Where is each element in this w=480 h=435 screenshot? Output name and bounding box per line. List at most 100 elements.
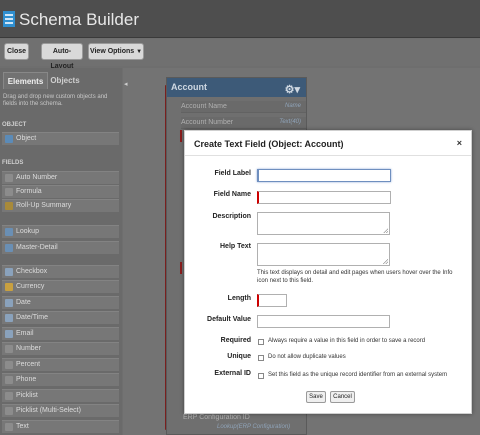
lookup-icon xyxy=(5,228,13,236)
external-id-description: Set this field as the unique record iden… xyxy=(268,372,448,378)
field-label-label: Field Label xyxy=(214,170,251,177)
element-label: Picklist xyxy=(16,392,38,399)
description-label: Description xyxy=(212,213,251,220)
element-date-time[interactable]: Date/Time xyxy=(2,311,119,324)
element-phone[interactable]: Phone xyxy=(2,373,119,386)
object-field[interactable]: Account Name Name xyxy=(181,103,305,110)
field-name-label: Field Name xyxy=(213,191,251,198)
help-text-textarea[interactable] xyxy=(257,243,390,266)
unique-checkbox[interactable] xyxy=(258,355,264,361)
picklist-multi-icon xyxy=(5,407,13,415)
element-label: Phone xyxy=(16,376,37,383)
percent-icon xyxy=(5,361,13,369)
element-percent[interactable]: Percent xyxy=(2,358,119,371)
object-field-name: ERP Configuration ID xyxy=(183,414,250,421)
element-label: Checkbox xyxy=(16,268,48,275)
schema-builder-icon xyxy=(3,11,15,27)
element-picklist-multi[interactable]: Picklist (Multi-Select) xyxy=(2,404,119,417)
element-label: Currency xyxy=(16,283,45,290)
object-section-header: OBJECT xyxy=(2,122,27,128)
object-field-name: Account Name xyxy=(181,103,227,110)
tab-elements[interactable]: Elements xyxy=(3,72,48,89)
dialog-title: Create Text Field (Object: Account) xyxy=(194,139,344,149)
text-icon xyxy=(5,423,13,431)
title-bar: Schema Builder xyxy=(0,0,480,38)
required-label: Required xyxy=(220,337,251,344)
number-icon xyxy=(5,345,13,353)
gear-icon[interactable]: ⚙▾ xyxy=(285,81,300,100)
element-auto-number[interactable]: Auto Number xyxy=(2,171,119,184)
collapse-panel-icon[interactable]: ◂ xyxy=(124,80,128,88)
object-field-type: Text(40) xyxy=(279,119,301,125)
element-currency[interactable]: Currency xyxy=(2,280,119,293)
object-field[interactable]: Account Number Text(40) xyxy=(181,119,305,126)
element-email[interactable]: Email xyxy=(2,327,119,340)
picklist-icon xyxy=(5,392,13,400)
required-description: Always require a value in this field in … xyxy=(268,338,426,344)
cancel-button[interactable]: Cancel xyxy=(330,391,355,403)
save-button[interactable]: Save xyxy=(306,391,326,403)
object-card-header[interactable]: Account ⚙▾ xyxy=(167,78,306,97)
tab-objects[interactable]: Objects xyxy=(48,72,82,89)
object-field-name: Account Number xyxy=(181,119,234,126)
element-picklist[interactable]: Picklist xyxy=(2,389,119,402)
required-checkbox[interactable] xyxy=(258,339,264,345)
element-object[interactable]: Object xyxy=(2,132,119,145)
object-icon xyxy=(5,135,13,143)
element-label: Master-Detail xyxy=(16,244,58,251)
auto-layout-button[interactable]: Auto-Layout xyxy=(41,43,83,70)
app-title: Schema Builder xyxy=(19,10,140,29)
date-icon xyxy=(5,299,13,307)
length-label: Length xyxy=(227,295,251,302)
element-label: Object xyxy=(16,135,37,142)
close-icon[interactable]: × xyxy=(457,138,462,148)
element-formula[interactable]: Formula xyxy=(2,185,119,198)
toolbar: Close Auto-Layout View Options ▼ xyxy=(0,39,480,70)
required-marker xyxy=(180,130,182,142)
required-marker xyxy=(180,262,182,274)
object-field-type: Name xyxy=(284,103,301,109)
dialog-header: Create Text Field (Object: Account) × xyxy=(185,131,471,156)
email-icon xyxy=(5,330,13,338)
field-label-input[interactable] xyxy=(257,169,391,182)
element-label: Auto Number xyxy=(16,174,58,181)
create-text-field-dialog: Create Text Field (Object: Account) × Fi… xyxy=(184,130,472,414)
element-text[interactable]: Text xyxy=(2,420,119,433)
close-button[interactable]: Close xyxy=(4,43,29,60)
element-roll-up-summary[interactable]: Roll-Up Summary xyxy=(2,199,119,212)
object-field-type: Lookup(ERP Configuration) xyxy=(217,424,291,430)
element-master-detail[interactable]: Master-Detail xyxy=(2,241,119,254)
unique-description: Do not allow duplicate values xyxy=(268,354,346,360)
master-detail-icon xyxy=(5,244,13,252)
default-value-label: Default Value xyxy=(207,316,251,323)
description-textarea[interactable] xyxy=(257,212,390,235)
fields-section-header: FIELDS xyxy=(2,160,24,166)
resize-grip-icon[interactable] xyxy=(383,259,388,264)
element-label: Email xyxy=(16,330,34,337)
element-label: Date/Time xyxy=(16,314,49,321)
element-label: Percent xyxy=(16,361,41,368)
element-checkbox[interactable]: Checkbox xyxy=(2,265,119,278)
caret-down-icon: ▼ xyxy=(136,49,143,55)
element-date[interactable]: Date xyxy=(2,296,119,309)
element-number[interactable]: Number xyxy=(2,342,119,355)
field-name-input[interactable] xyxy=(257,191,391,204)
object-field[interactable]: ERP Configuration ID xyxy=(183,414,307,421)
view-options-button[interactable]: View Options ▼ xyxy=(88,43,144,60)
roll-up-summary-icon xyxy=(5,202,13,210)
resize-grip-icon[interactable] xyxy=(383,228,388,233)
default-value-input[interactable] xyxy=(257,315,390,328)
element-lookup[interactable]: Lookup xyxy=(2,225,119,238)
elements-panel: Elements Objects Drag and drop new custo… xyxy=(0,68,122,435)
checkbox-icon xyxy=(5,268,13,276)
auto-number-icon xyxy=(5,174,13,182)
element-label: Number xyxy=(16,345,41,352)
view-options-label: View Options xyxy=(89,48,135,55)
length-input[interactable] xyxy=(257,294,287,307)
element-label: Picklist (Multi-Select) xyxy=(16,407,81,414)
phone-icon xyxy=(5,376,13,384)
help-text-note: This text displays on detail and edit pa… xyxy=(257,270,453,284)
element-label: Formula xyxy=(16,188,42,195)
object-name: Account xyxy=(171,82,207,92)
external-id-checkbox[interactable] xyxy=(258,373,264,379)
